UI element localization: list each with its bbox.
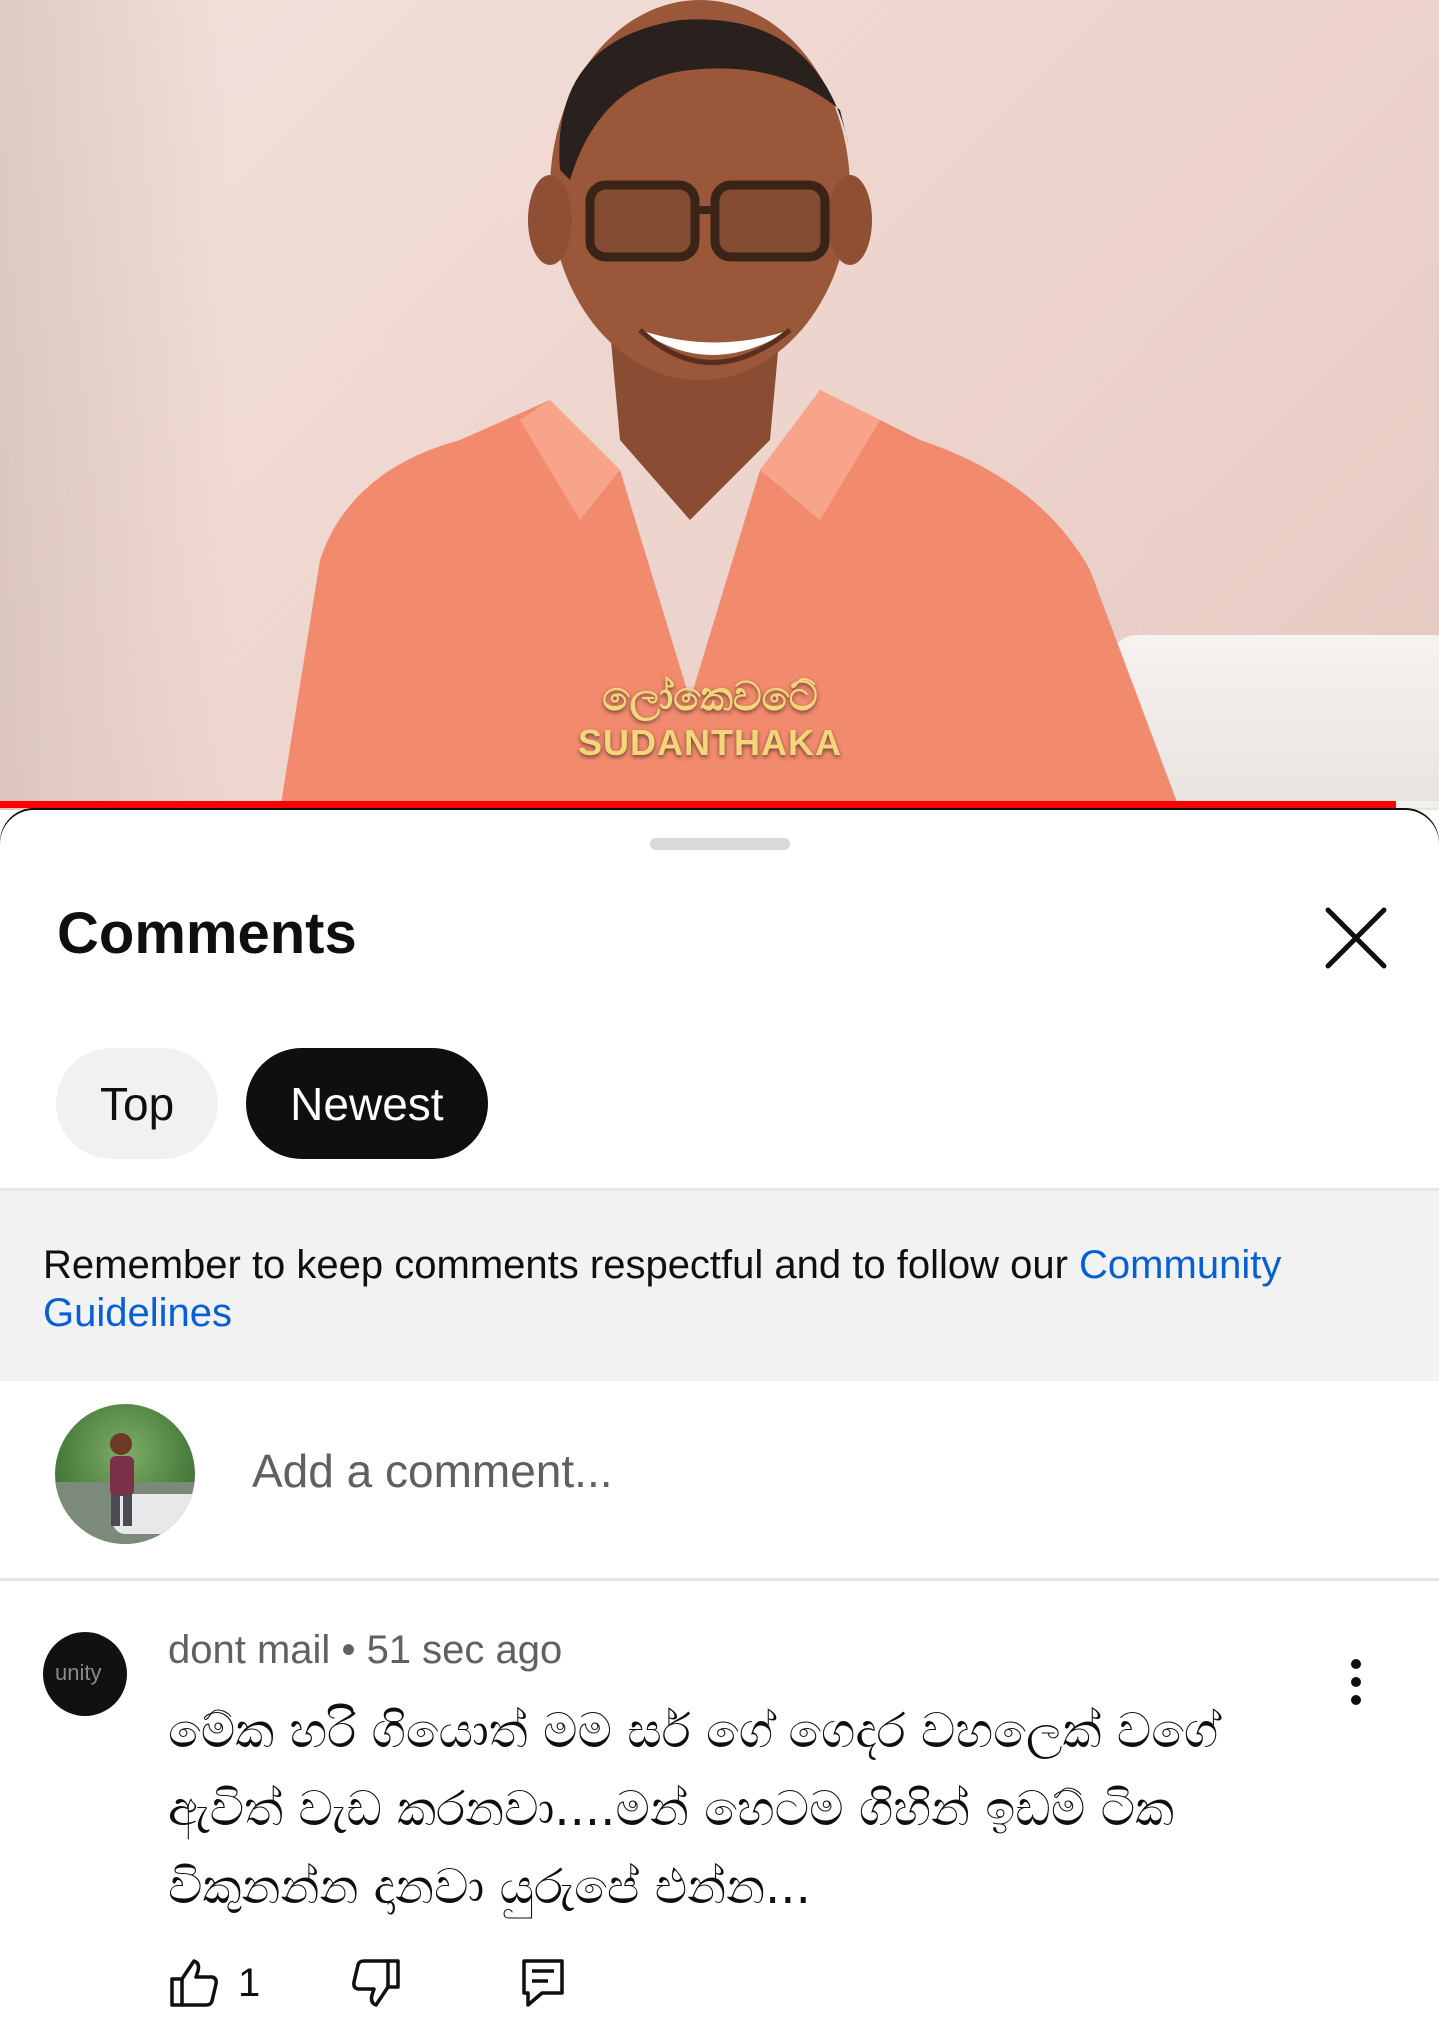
thumbs-down-icon — [352, 1959, 400, 2007]
comment-meta: dont mail • 51 sec ago — [168, 1628, 562, 1673]
video-player[interactable]: ලෝකෙවටේ SUDANTHAKA — [0, 0, 1439, 810]
like-count: 1 — [238, 1960, 261, 2005]
watermark-sinhala: ලෝකෙවටේ — [602, 674, 818, 720]
comment-text: මේක හරි ගියොත් මම සර් ගේ ගෙදර වහලෙක් වගේ… — [168, 1703, 1219, 1915]
drag-handle[interactable] — [650, 838, 790, 850]
chip-top[interactable]: Top — [56, 1048, 219, 1159]
more-vertical-icon — [1351, 1659, 1361, 1705]
comment-time: 51 sec ago — [366, 1628, 563, 1672]
thumbs-up-icon — [170, 1959, 218, 2007]
guidelines-text: Remember to keep comments respectful and… — [43, 1243, 1080, 1287]
comments-sheet: Comments Top Newest Remember to keep com… — [0, 810, 1439, 2031]
user-avatar-image — [55, 1433, 195, 1544]
like-button[interactable]: 1 — [168, 1957, 260, 2009]
comment-author[interactable]: dont mail — [168, 1628, 330, 1672]
divider — [0, 1578, 1439, 1581]
sort-chips: Top Newest — [56, 1048, 488, 1159]
close-icon — [1325, 907, 1387, 969]
reply-comment-icon — [522, 1959, 564, 2007]
comment-actions: 1 — [168, 1948, 566, 2018]
wall-shadow — [0, 0, 230, 810]
video-watermark: ලෝකෙවටේ SUDANTHAKA — [560, 672, 860, 764]
comment-item: unity dont mail • 51 sec ago මේක හරි ගිය… — [0, 1618, 1439, 2038]
commenter-avatar-text: unity — [55, 1660, 102, 1685]
watermark-latin: SUDANTHAKA — [578, 722, 842, 763]
reply-button[interactable] — [520, 1957, 566, 2009]
progress-bar-fill — [0, 801, 1396, 808]
comment-composer: Add a comment... — [0, 1404, 1439, 1574]
commenter-avatar[interactable]: unity — [43, 1632, 127, 1716]
meta-separator: • — [341, 1628, 367, 1672]
close-button[interactable] — [1316, 898, 1396, 978]
add-comment-input[interactable]: Add a comment... — [252, 1444, 613, 1498]
progress-bar[interactable] — [0, 801, 1439, 808]
guidelines-notice: Remember to keep comments respectful and… — [0, 1191, 1439, 1381]
chip-newest[interactable]: Newest — [246, 1048, 488, 1159]
user-avatar[interactable] — [55, 1404, 195, 1544]
dislike-button[interactable] — [350, 1957, 402, 2009]
sheet-title: Comments — [57, 901, 357, 966]
